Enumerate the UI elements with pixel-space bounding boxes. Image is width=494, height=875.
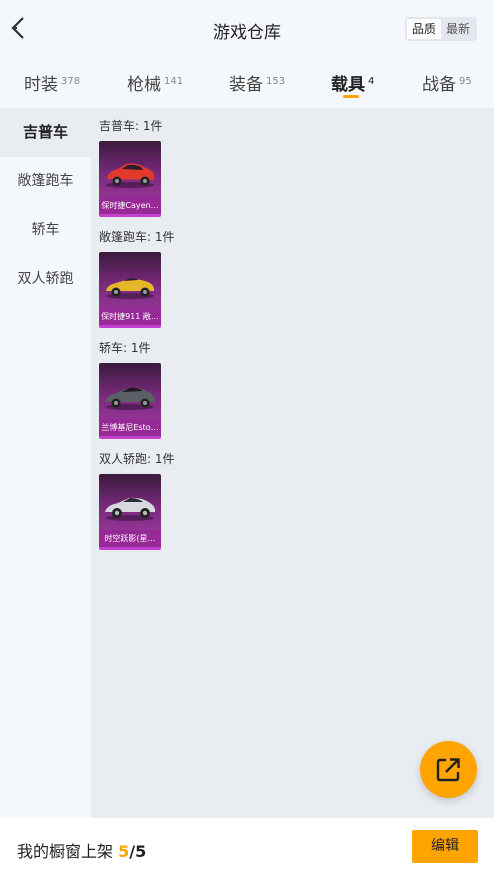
tab-count: 95 <box>459 76 472 87</box>
vehicle-card-convertible[interactable]: 保时捷911 敞… <box>99 252 161 328</box>
tab-label: 载具 <box>331 75 365 95</box>
tab-count: 378 <box>61 76 81 87</box>
section-label-coupe: 双人轿跑: 1件 <box>99 452 175 466</box>
tab-count: 4 <box>368 76 375 87</box>
tab-label: 枪械 <box>127 75 161 95</box>
vehicle-name: 保时捷911 敞… <box>99 308 161 325</box>
bottom-bar: 我的橱窗上架 5/5 编辑 <box>0 818 494 875</box>
tab-label: 战备 <box>422 75 456 95</box>
tab-label: 装备 <box>229 75 263 95</box>
active-tab-indicator <box>343 95 359 98</box>
tab-costume[interactable]: 时装 378 <box>24 70 80 104</box>
tab-count: 153 <box>266 76 286 87</box>
sort-toggle: 品质 最新 <box>405 17 477 41</box>
vehicle-card-coupe[interactable]: 时空跃影(星… <box>99 474 161 550</box>
tab-count: 141 <box>164 76 184 87</box>
category-tabs: 时装 378 枪械 141 装备 153 载具 4 战备 95 <box>0 58 494 108</box>
vehicle-name: 保时捷Cayen… <box>99 197 161 214</box>
showcase-count: 5 <box>118 842 130 861</box>
section-label-sedan: 轿车: 1件 <box>99 341 151 355</box>
section-label-jeep: 吉普车: 1件 <box>99 119 163 133</box>
tab-battle-prep[interactable]: 战备 95 <box>422 70 472 104</box>
showcase-status: 我的橱窗上架 5/5 <box>17 838 146 862</box>
sidebar-item-coupe[interactable]: 双人轿跑 <box>0 255 91 304</box>
car-image <box>106 163 155 188</box>
edit-button[interactable]: 编辑 <box>412 830 478 863</box>
vehicle-card-jeep[interactable]: 保时捷Cayen… <box>99 141 161 217</box>
vehicle-name: 兰博基尼Esto… <box>99 419 161 436</box>
sidebar-item-jeep[interactable]: 吉普车 <box>0 108 91 157</box>
showcase-label: 我的橱窗上架 <box>17 842 119 861</box>
car-image <box>106 278 155 299</box>
tab-label: 时装 <box>24 75 58 95</box>
share-external-icon <box>436 758 460 782</box>
share-fab-button[interactable] <box>420 741 477 798</box>
vehicle-card-sedan[interactable]: 兰博基尼Esto… <box>99 363 161 439</box>
tab-equipment[interactable]: 装备 153 <box>229 70 285 104</box>
vehicle-list: 吉普车: 1件 保时捷Cayen… 敞篷跑车: 1件 保时捷911 敞… 轿车:… <box>91 108 494 818</box>
sort-quality-option[interactable]: 品质 <box>407 19 441 39</box>
vehicle-name: 时空跃影(星… <box>99 530 161 547</box>
tab-vehicles[interactable]: 载具 4 <box>331 70 374 104</box>
showcase-total: /5 <box>129 842 147 861</box>
tab-weapons[interactable]: 枪械 141 <box>127 70 183 104</box>
sidebar-item-sedan[interactable]: 轿车 <box>0 206 91 255</box>
car-image <box>105 497 156 521</box>
sidebar-item-convertible[interactable]: 敞篷跑车 <box>0 157 91 206</box>
car-image <box>105 387 156 410</box>
sort-latest-option[interactable]: 最新 <box>441 19 475 39</box>
section-label-convertible: 敞篷跑车: 1件 <box>99 230 175 244</box>
header: 游戏仓库 品质 最新 <box>0 0 494 58</box>
sidebar: 吉普车 敞篷跑车 轿车 双人轿跑 <box>0 108 91 818</box>
